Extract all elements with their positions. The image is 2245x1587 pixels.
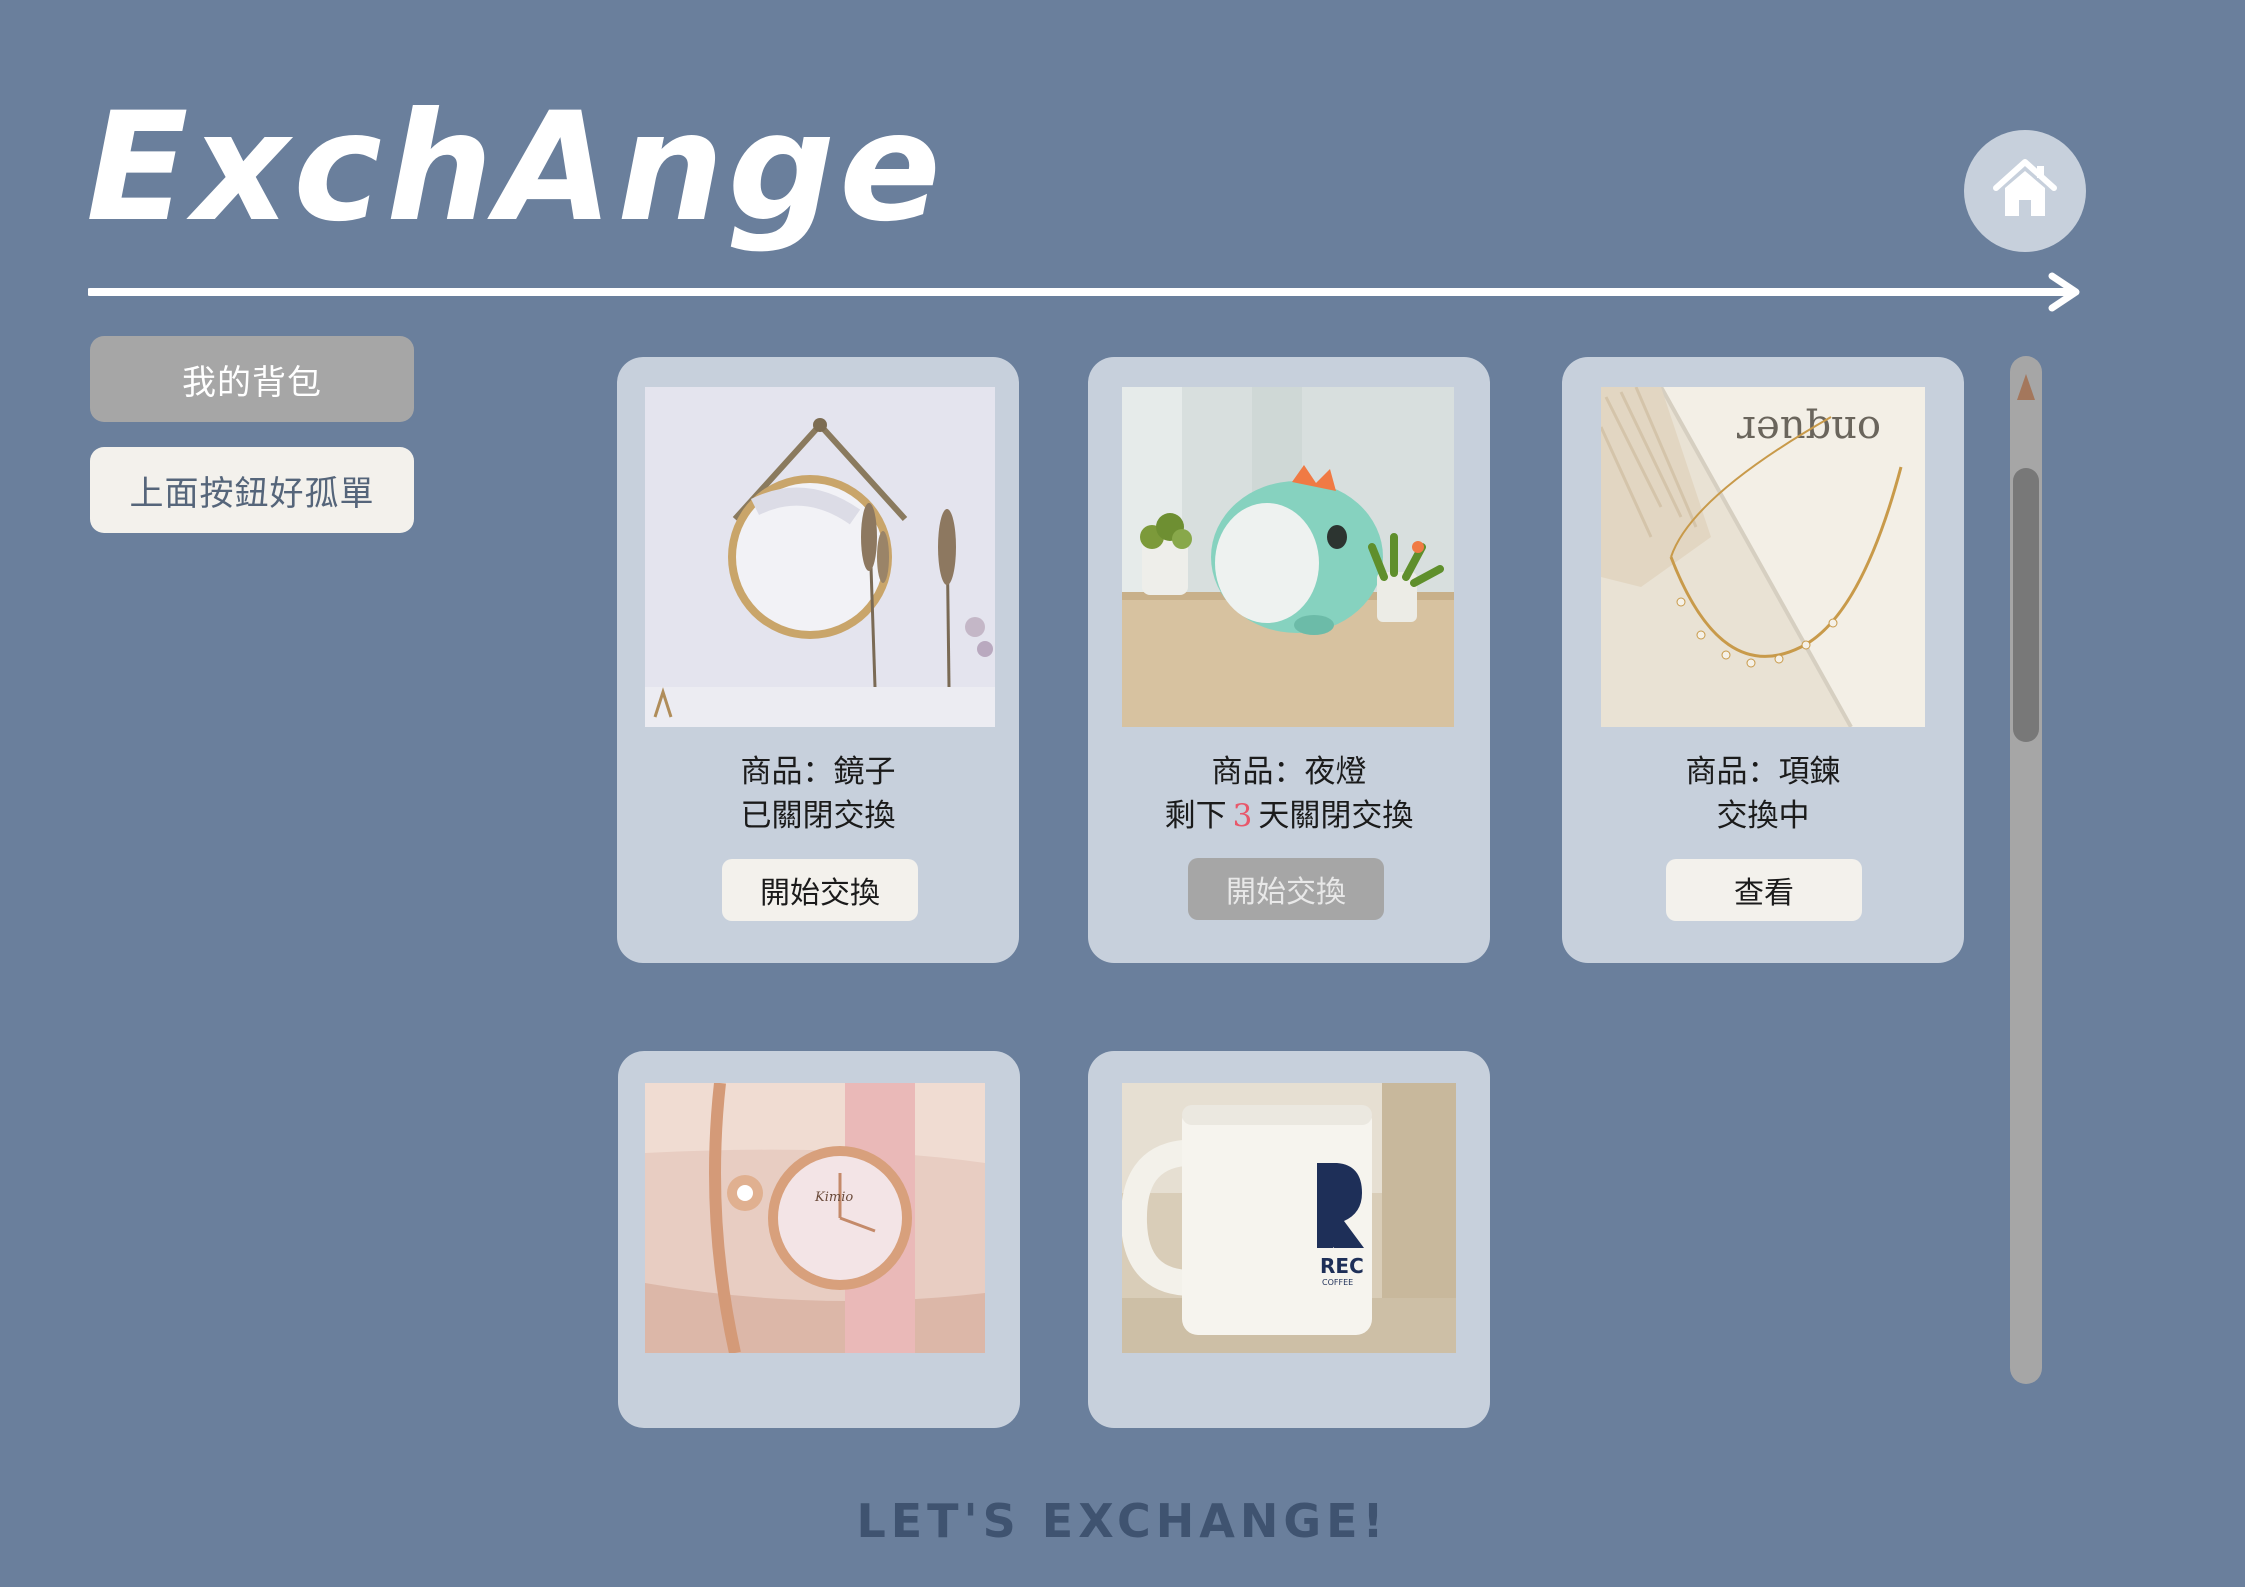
svg-text:Kimio: Kimio: [814, 1190, 853, 1205]
night-light-image: [1122, 387, 1454, 727]
days-left: 3: [1232, 798, 1253, 834]
header-divider-arrow: [88, 272, 2080, 312]
scrollbar-thumb[interactable]: [2013, 468, 2039, 742]
home-icon: [1990, 154, 2060, 228]
item-card-mirror: 商品：鏡子 已關閉交換 開始交換: [617, 357, 1019, 963]
mug-logo-text: REC: [1320, 1254, 1364, 1278]
page-title: ExchAnge: [86, 81, 945, 255]
item-card-mug: REC COFFEE: [1088, 1051, 1490, 1428]
item-card-watch: Kimio: [618, 1051, 1020, 1428]
exchange-status: 已關閉交換: [740, 798, 896, 834]
mug-logo-subtext: COFFEE: [1322, 1278, 1353, 1287]
product-name: 商品：項鍊: [1685, 754, 1841, 790]
lonely-button[interactable]: 上面按鈕好孤單: [90, 447, 414, 533]
home-button[interactable]: [1964, 130, 2086, 252]
mug-image: REC COFFEE: [1122, 1083, 1456, 1353]
necklace-image: onquer: [1601, 387, 1925, 727]
exchange-status: 交換中: [1716, 798, 1810, 834]
watch-image: Kimio: [645, 1083, 985, 1353]
item-card-night-light: 商品：夜燈 剩下 3 天關閉交換 開始交換: [1088, 357, 1490, 963]
start-exchange-button-disabled[interactable]: 開始交換: [1188, 858, 1384, 920]
footer-slogan: LET'S EXCHANGE!: [856, 1494, 1389, 1548]
product-name: 商品：鏡子: [740, 754, 896, 790]
item-card-necklace: onquer 商品：項鍊 交換中 查看: [1562, 357, 1964, 963]
my-backpack-button[interactable]: 我的背包: [90, 336, 414, 422]
exchange-status: 剩下 3 天關閉交換: [1164, 798, 1414, 834]
mirror-image: [645, 387, 995, 727]
scroll-up-arrow-icon[interactable]: [2017, 374, 2035, 400]
view-button[interactable]: 查看: [1666, 859, 1862, 921]
scrollbar[interactable]: [2010, 356, 2042, 1384]
product-name: 商品：夜燈: [1211, 754, 1367, 790]
start-exchange-button[interactable]: 開始交換: [722, 859, 918, 921]
